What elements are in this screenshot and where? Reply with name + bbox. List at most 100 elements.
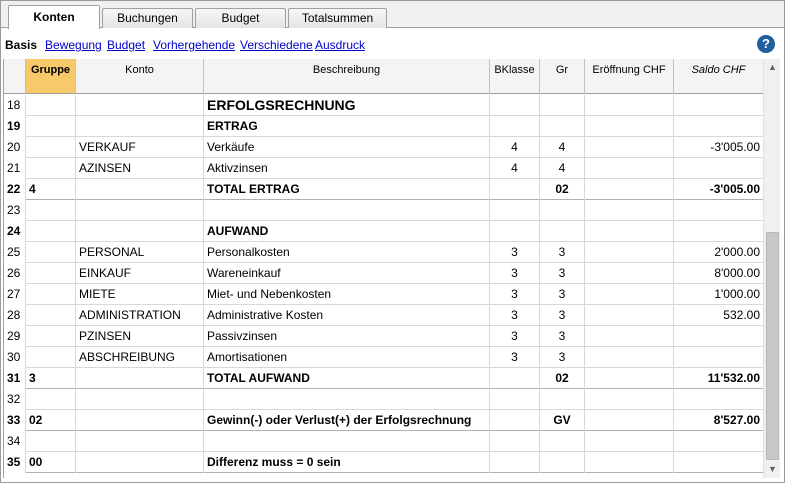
cell-konto[interactable]: AZINSEN — [76, 158, 204, 179]
cell-saldo[interactable] — [674, 326, 763, 347]
cell-eroeffnung[interactable] — [585, 221, 674, 242]
cell-saldo[interactable] — [674, 200, 763, 221]
table-row[interactable]: 31 3 TOTAL AUFWAND 02 11'532.00 — [4, 368, 763, 389]
cell-saldo[interactable]: 8'527.00 — [674, 410, 763, 431]
cell-bklasse[interactable] — [490, 116, 540, 137]
table-row[interactable]: 26 EINKAUF Wareneinkauf 3 3 8'000.00 — [4, 263, 763, 284]
cell-eroeffnung[interactable] — [585, 158, 674, 179]
cell-konto[interactable] — [76, 410, 204, 431]
cell-bklasse[interactable]: 4 — [490, 158, 540, 179]
cell-konto[interactable]: VERKAUF — [76, 137, 204, 158]
cell-saldo[interactable] — [674, 95, 763, 116]
help-icon[interactable]: ? — [757, 35, 775, 53]
tab-budget[interactable]: Budget — [195, 8, 286, 28]
table-row[interactable]: 22 4 TOTAL ERTRAG 02 -3'005.00 — [4, 179, 763, 200]
cell-beschreibung[interactable]: Gewinn(-) oder Verlust(+) der Erfolgsrec… — [204, 410, 490, 431]
tab-totalsummen[interactable]: Totalsummen — [288, 8, 387, 28]
cell-bklasse[interactable] — [490, 431, 540, 452]
cell-gruppe[interactable] — [26, 263, 76, 284]
cell-saldo[interactable]: 2'000.00 — [674, 242, 763, 263]
cell-gr[interactable]: 4 — [540, 158, 585, 179]
cell-gruppe[interactable] — [26, 347, 76, 368]
cell-beschreibung[interactable]: Amortisationen — [204, 347, 490, 368]
cell-bklasse[interactable] — [490, 200, 540, 221]
table-row[interactable]: 19 ERTRAG — [4, 116, 763, 137]
cell-gr[interactable] — [540, 452, 585, 473]
cell-bklasse[interactable]: 3 — [490, 347, 540, 368]
vertical-scrollbar[interactable]: ▲ ▼ — [763, 59, 780, 478]
cell-konto[interactable] — [76, 221, 204, 242]
table-row[interactable]: 20 VERKAUF Verkäufe 4 4 -3'005.00 — [4, 137, 763, 158]
cell-konto[interactable]: MIETE — [76, 284, 204, 305]
header-gr[interactable]: Gr — [540, 59, 585, 94]
cell-bklasse[interactable] — [490, 179, 540, 200]
cell-gr[interactable]: GV — [540, 410, 585, 431]
view-vorhergehende[interactable]: Vorhergehende — [153, 38, 235, 52]
cell-gr[interactable]: 3 — [540, 305, 585, 326]
scrollbar-thumb[interactable] — [766, 232, 779, 460]
cell-bklasse[interactable]: 3 — [490, 263, 540, 284]
cell-beschreibung[interactable]: Verkäufe — [204, 137, 490, 158]
cell-bklasse[interactable] — [490, 410, 540, 431]
table-row[interactable]: 21 AZINSEN Aktivzinsen 4 4 — [4, 158, 763, 179]
cell-beschreibung[interactable]: Differenz muss = 0 sein — [204, 452, 490, 473]
cell-gr[interactable]: 3 — [540, 326, 585, 347]
cell-gruppe[interactable] — [26, 389, 76, 410]
header-saldo[interactable]: Saldo CHF — [674, 59, 763, 94]
cell-saldo[interactable]: -3'005.00 — [674, 137, 763, 158]
arrow-down-icon[interactable]: ▼ — [764, 461, 781, 478]
cell-gruppe[interactable] — [26, 284, 76, 305]
cell-gr[interactable]: 3 — [540, 347, 585, 368]
cell-saldo[interactable]: 532.00 — [674, 305, 763, 326]
cell-eroeffnung[interactable] — [585, 326, 674, 347]
cell-beschreibung[interactable]: ERFOLGSRECHNUNG — [204, 95, 490, 116]
cell-bklasse[interactable] — [490, 95, 540, 116]
cell-konto[interactable] — [76, 389, 204, 410]
cell-konto[interactable]: EINKAUF — [76, 263, 204, 284]
cell-beschreibung[interactable]: Aktivzinsen — [204, 158, 490, 179]
header-beschreibung[interactable]: Beschreibung — [204, 59, 490, 94]
header-gruppe[interactable]: Gruppe — [26, 59, 76, 94]
cell-eroeffnung[interactable] — [585, 452, 674, 473]
tab-buchungen[interactable]: Buchungen — [102, 8, 193, 28]
cell-beschreibung[interactable] — [204, 431, 490, 452]
cell-gruppe[interactable] — [26, 326, 76, 347]
cell-bklasse[interactable]: 4 — [490, 137, 540, 158]
cell-eroeffnung[interactable] — [585, 179, 674, 200]
cell-eroeffnung[interactable] — [585, 95, 674, 116]
cell-konto[interactable]: PZINSEN — [76, 326, 204, 347]
cell-gr[interactable] — [540, 200, 585, 221]
cell-gruppe[interactable] — [26, 200, 76, 221]
view-verschiedene[interactable]: Verschiedene — [240, 38, 313, 52]
cell-saldo[interactable] — [674, 431, 763, 452]
cell-konto[interactable] — [76, 95, 204, 116]
cell-saldo[interactable]: 1'000.00 — [674, 284, 763, 305]
cell-saldo[interactable]: 11'532.00 — [674, 368, 763, 389]
cell-konto[interactable]: PERSONAL — [76, 242, 204, 263]
cell-beschreibung[interactable]: TOTAL ERTRAG — [204, 179, 490, 200]
cell-saldo[interactable] — [674, 221, 763, 242]
cell-beschreibung[interactable] — [204, 389, 490, 410]
cell-beschreibung[interactable]: Personalkosten — [204, 242, 490, 263]
cell-beschreibung[interactable]: Administrative Kosten — [204, 305, 490, 326]
table-row[interactable]: 33 02 Gewinn(-) oder Verlust(+) der Erfolg… — [4, 410, 763, 431]
table-row[interactable]: 34 — [4, 431, 763, 452]
table-row[interactable]: 35 00 Differenz muss = 0 sein — [4, 452, 763, 473]
cell-gr[interactable] — [540, 389, 585, 410]
cell-gruppe[interactable]: 02 — [26, 410, 76, 431]
cell-eroeffnung[interactable] — [585, 284, 674, 305]
table-row[interactable]: 23 — [4, 200, 763, 221]
header-eroeffnung[interactable]: Eröffnung CHF — [585, 59, 674, 94]
cell-eroeffnung[interactable] — [585, 368, 674, 389]
cell-saldo[interactable] — [674, 116, 763, 137]
header-bklasse[interactable]: BKlasse — [490, 59, 540, 94]
table-row[interactable]: 29 PZINSEN Passivzinsen 3 3 — [4, 326, 763, 347]
cell-gruppe[interactable] — [26, 137, 76, 158]
cell-gruppe[interactable]: 4 — [26, 179, 76, 200]
cell-gr[interactable] — [540, 116, 585, 137]
cell-konto[interactable] — [76, 431, 204, 452]
view-budget[interactable]: Budget — [107, 38, 145, 52]
table-row[interactable]: 28 ADMINISTRATION Administrative Kosten 3 3 5… — [4, 305, 763, 326]
cell-gr[interactable]: 3 — [540, 242, 585, 263]
cell-beschreibung[interactable]: ERTRAG — [204, 116, 490, 137]
